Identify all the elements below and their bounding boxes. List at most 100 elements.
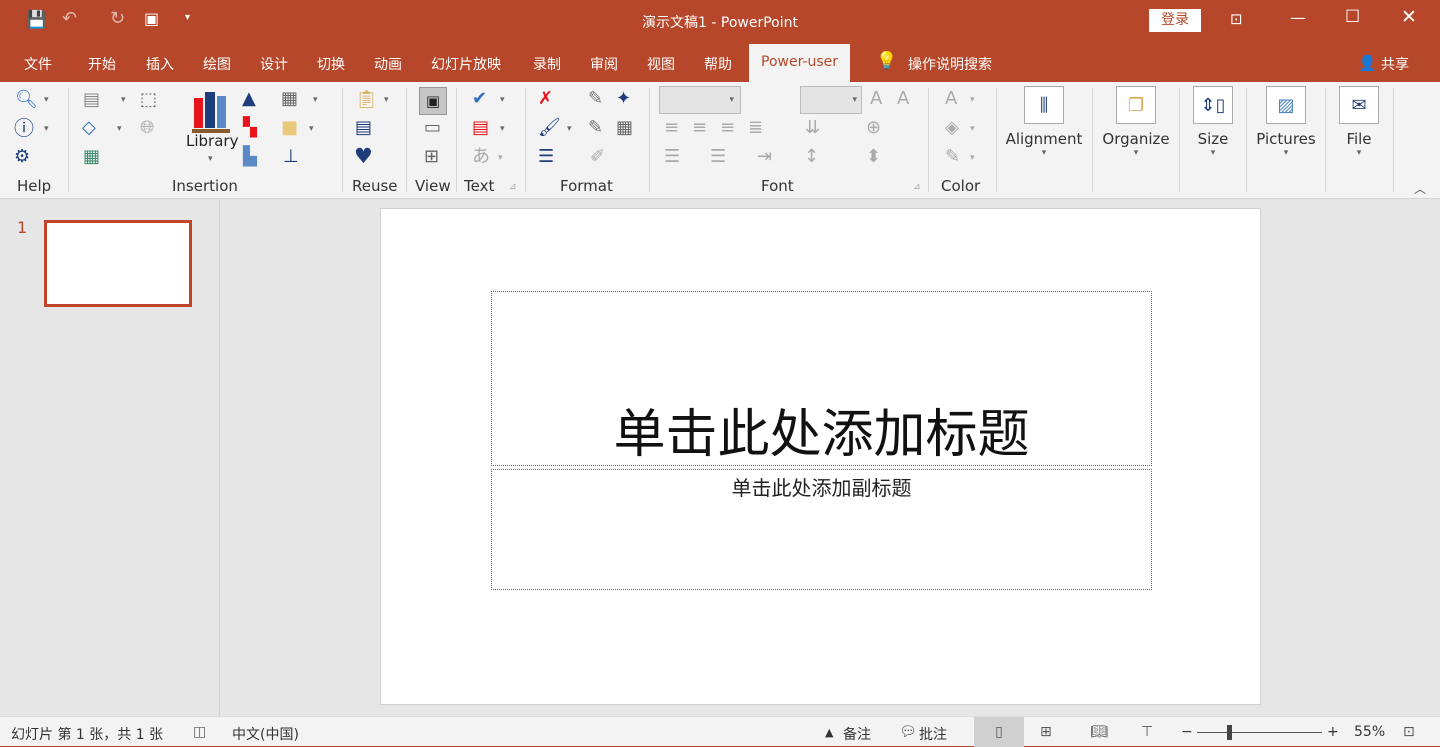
paste-icon[interactable]: 📋︎ bbox=[355, 90, 378, 110]
tab-view[interactable]: 视图 bbox=[647, 54, 675, 74]
search-icon[interactable]: 🔍︎ bbox=[15, 90, 38, 110]
numbering-icon[interactable]: ☰ bbox=[710, 147, 726, 167]
slide-thumbnail[interactable] bbox=[44, 220, 192, 307]
chevron-down-icon[interactable]: ▾ bbox=[121, 95, 126, 105]
eyedropper-sync-icon[interactable]: ✎ bbox=[588, 118, 603, 138]
login-button[interactable]: 登录 bbox=[1149, 9, 1201, 32]
alignment-button[interactable]: ⫼ Alignment ▾ bbox=[1005, 86, 1083, 158]
heart-icon[interactable]: ♥ bbox=[354, 146, 373, 167]
chevron-down-icon[interactable]: ▾ bbox=[313, 95, 318, 105]
slideshow-button[interactable]: ⊤ bbox=[1141, 724, 1153, 740]
tab-design[interactable]: 设计 bbox=[260, 54, 288, 74]
chevron-down-icon[interactable]: ▾ bbox=[384, 95, 389, 105]
font-name-combo[interactable]: ▾ bbox=[659, 86, 741, 114]
accessibility-icon[interactable]: ◫ bbox=[193, 724, 206, 740]
language[interactable]: 中文(中国) bbox=[232, 724, 299, 744]
eyedropper-icon[interactable]: ✎ bbox=[588, 89, 603, 109]
chevron-down-icon[interactable]: ▾ bbox=[498, 153, 503, 163]
share-icon[interactable]: 👤 bbox=[1358, 54, 1377, 72]
zoom-out-button[interactable]: − bbox=[1181, 724, 1193, 740]
notes-icon[interactable]: ▲ bbox=[825, 726, 833, 739]
minimize-button[interactable]: — bbox=[1290, 8, 1306, 27]
brush-icon[interactable]: 🖌︎ bbox=[538, 118, 561, 138]
comments-icon[interactable]: 💬︎ bbox=[899, 724, 917, 740]
stamp-icon[interactable]: ⊥ bbox=[283, 147, 299, 167]
organize-button[interactable]: ❐ Organize ▾ bbox=[1100, 86, 1172, 158]
tab-slideshow[interactable]: 幻灯片放映 bbox=[431, 54, 501, 74]
translate-icon[interactable]: あ bbox=[472, 147, 490, 167]
dialog-launcher-icon[interactable]: ⊿ bbox=[913, 182, 921, 192]
camera-add-icon[interactable]: ⬚ bbox=[140, 90, 157, 110]
sticky-note-icon[interactable]: ■ bbox=[281, 118, 298, 138]
justify-icon[interactable]: ≣ bbox=[748, 118, 763, 138]
pyramid-icon[interactable]: ▲ bbox=[242, 89, 256, 109]
chevron-down-icon[interactable]: ▾ bbox=[500, 124, 505, 134]
shapes-icon[interactable]: ◇ bbox=[82, 118, 96, 138]
zoom-slider-thumb[interactable] bbox=[1227, 725, 1232, 740]
dialog-launcher-icon[interactable]: ⊿ bbox=[509, 182, 517, 192]
clipboard-icon[interactable]: ▤ bbox=[355, 118, 372, 138]
normal-view-button[interactable]: ▯ bbox=[974, 717, 1024, 747]
text-direction-icon[interactable]: ⇊ bbox=[805, 118, 820, 138]
font-color-icon[interactable]: A bbox=[945, 89, 957, 109]
size-button[interactable]: ⇕▯ Size ▾ bbox=[1187, 86, 1239, 158]
tools-icon[interactable]: ✗ bbox=[538, 89, 553, 109]
bullets-icon[interactable]: ☰ bbox=[664, 147, 680, 167]
pictures-button[interactable]: ▨ Pictures ▾ bbox=[1254, 86, 1318, 158]
vertical-align-icon[interactable]: ⬍ bbox=[866, 147, 881, 167]
comments-button[interactable]: 批注 bbox=[919, 724, 947, 744]
notes-button[interactable]: 备注 bbox=[843, 724, 871, 744]
tab-file[interactable]: 文件 bbox=[24, 54, 52, 74]
align-center-icon[interactable]: ≡ bbox=[692, 118, 707, 138]
align-left-icon[interactable]: ≡ bbox=[664, 118, 679, 138]
tab-record[interactable]: 录制 bbox=[533, 54, 561, 74]
grid-view-icon[interactable]: ⊞ bbox=[424, 147, 439, 167]
bar-chart-icon[interactable]: ▙ bbox=[243, 147, 257, 167]
share-button[interactable]: 共享 bbox=[1381, 54, 1409, 74]
info-icon[interactable]: ⓘ bbox=[14, 118, 34, 138]
title-placeholder[interactable]: 单击此处添加标题 bbox=[491, 291, 1152, 466]
gear-icon[interactable]: ⚙ bbox=[14, 147, 30, 167]
globe-link-icon[interactable]: 🌐︎ bbox=[140, 118, 154, 138]
chevron-down-icon[interactable]: ▾ bbox=[208, 154, 213, 164]
zoom-slider[interactable] bbox=[1197, 732, 1322, 733]
chevron-down-icon[interactable]: ▾ bbox=[44, 95, 49, 105]
zoom-in-button[interactable]: + bbox=[1327, 724, 1339, 740]
font-grow-icon[interactable]: A bbox=[870, 89, 882, 109]
tab-insert[interactable]: 插入 bbox=[146, 54, 174, 74]
chevron-down-icon[interactable]: ▾ bbox=[309, 124, 314, 134]
list-format-icon[interactable]: ☰ bbox=[538, 147, 554, 167]
gantt-icon[interactable]: ▚ bbox=[243, 118, 257, 138]
collapse-ribbon-icon[interactable]: ︿ bbox=[1414, 180, 1426, 197]
ribbon-display-icon[interactable]: ⊡ bbox=[1230, 10, 1243, 28]
outline-pen-icon[interactable]: ✎ bbox=[945, 147, 960, 167]
font-shrink-icon[interactable]: A bbox=[897, 89, 909, 109]
format-painter-icon[interactable]: ✐ bbox=[590, 147, 605, 167]
text-block-icon[interactable]: ▤ bbox=[83, 90, 100, 110]
line-spacing-icon[interactable]: ↕ bbox=[804, 147, 819, 167]
reading-view-button[interactable]: 📖︎ bbox=[1090, 724, 1108, 740]
tab-draw[interactable]: 绘图 bbox=[203, 54, 231, 74]
library-icon[interactable] bbox=[192, 90, 232, 133]
fit-text-icon[interactable]: ⊕ bbox=[866, 118, 881, 138]
slide-sorter-button[interactable]: ⊞ bbox=[1040, 724, 1052, 740]
fill-bucket-icon[interactable]: ◈ bbox=[945, 118, 959, 138]
maximize-button[interactable]: ☐ bbox=[1345, 7, 1360, 27]
chevron-down-icon[interactable]: ▾ bbox=[500, 95, 505, 105]
tell-me-search[interactable]: 操作说明搜索 bbox=[908, 54, 992, 74]
agenda-icon[interactable]: ▦ bbox=[83, 147, 100, 167]
close-button[interactable]: ✕ bbox=[1401, 6, 1417, 28]
table-icon[interactable]: ▦ bbox=[281, 89, 298, 109]
fit-to-window-icon[interactable]: ⊡ bbox=[1403, 724, 1415, 740]
chevron-down-icon[interactable]: ▾ bbox=[44, 124, 49, 134]
spellcheck-icon[interactable]: ✔ bbox=[472, 89, 487, 109]
tab-home[interactable]: 开始 bbox=[88, 54, 116, 74]
tab-animations[interactable]: 动画 bbox=[374, 54, 402, 74]
chevron-down-icon[interactable]: ▾ bbox=[567, 124, 572, 134]
chevron-down-icon[interactable]: ▾ bbox=[117, 124, 122, 134]
align-right-icon[interactable]: ≡ bbox=[720, 118, 735, 138]
font-size-combo[interactable]: ▾ bbox=[800, 86, 862, 114]
zoom-level[interactable]: 55% bbox=[1354, 724, 1385, 740]
magic-wand-icon[interactable]: ✦ bbox=[616, 89, 631, 109]
outline-view-icon[interactable]: ▭ bbox=[424, 118, 441, 138]
